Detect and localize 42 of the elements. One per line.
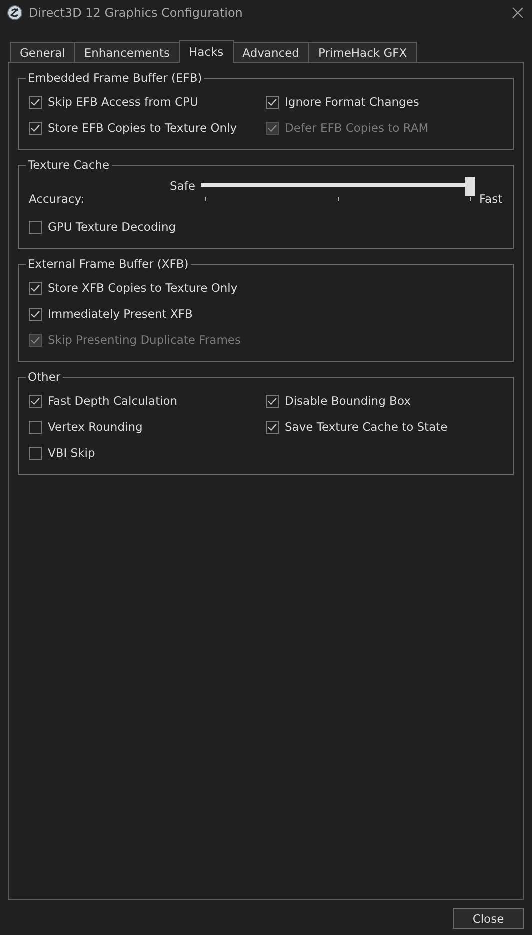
checkbox-label: Skip Presenting Duplicate Frames <box>48 333 241 347</box>
checkbox[interactable] <box>29 220 42 234</box>
checkbox-label: Vertex Rounding <box>48 420 143 434</box>
close-icon[interactable] <box>512 7 524 19</box>
checkbox-label: Disable Bounding Box <box>285 394 411 408</box>
slider-max-label: Fast <box>479 192 503 208</box>
checkbox[interactable] <box>29 122 42 134</box>
tab[interactable]: Hacks <box>178 40 234 63</box>
window-title: Direct3D 12 Graphics Configuration <box>29 6 244 20</box>
checkbox[interactable] <box>29 96 42 108</box>
slider-label: Accuracy: <box>29 192 86 208</box>
checkbox[interactable] <box>29 394 42 408</box>
checkbox-label: Store XFB Copies to Texture Only <box>48 281 238 295</box>
checkbox-label: Defer EFB Copies to RAM <box>285 121 429 135</box>
app-logo-icon <box>7 5 23 21</box>
tab[interactable]: Enhancements <box>74 42 180 62</box>
checkbox[interactable] <box>29 420 42 434</box>
accuracy-slider[interactable] <box>201 176 476 202</box>
slider-min-label: Safe <box>170 179 196 195</box>
group-title: Texture Cache <box>27 158 111 172</box>
checkbox-label: Immediately Present XFB <box>48 307 193 321</box>
checkbox-label: GPU Texture Decoding <box>48 220 176 234</box>
checkbox-label: Save Texture Cache to State <box>285 420 448 434</box>
close-button[interactable]: Close <box>453 908 524 929</box>
checkbox-label: Store EFB Copies to Texture Only <box>48 121 238 135</box>
checkbox[interactable] <box>266 420 279 434</box>
checkbox[interactable] <box>29 308 42 320</box>
slider-handle[interactable] <box>465 177 476 196</box>
tab[interactable]: Advanced <box>232 42 310 62</box>
group-title: Embedded Frame Buffer (EFB) <box>27 71 204 85</box>
group-title: External Frame Buffer (XFB) <box>27 257 190 271</box>
tab[interactable]: General <box>10 42 76 62</box>
group-title: Other <box>27 370 62 384</box>
checkbox[interactable] <box>29 282 42 294</box>
checkbox[interactable] <box>266 96 279 108</box>
checkbox-label: VBI Skip <box>48 446 96 460</box>
checkbox-label: Ignore Format Changes <box>285 95 420 109</box>
tab[interactable]: PrimeHack GFX <box>308 42 418 62</box>
checkbox[interactable] <box>29 446 42 460</box>
checkbox-label: Fast Depth Calculation <box>48 394 178 408</box>
checkbox-label: Skip EFB Access from CPU <box>48 95 198 109</box>
checkbox[interactable] <box>266 394 279 408</box>
